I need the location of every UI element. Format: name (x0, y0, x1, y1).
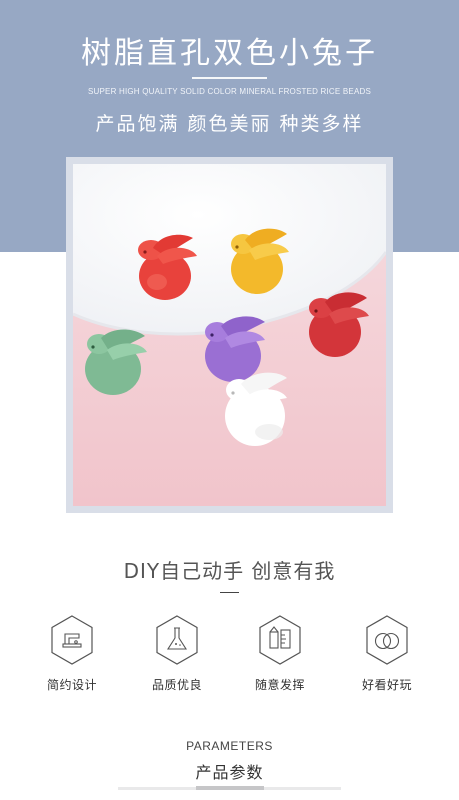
feature-simple-design: 简约设计 (32, 614, 112, 693)
title-divider (192, 77, 267, 79)
diy-divider (220, 592, 239, 593)
page-title: 树脂直孔双色小兔子 (81, 36, 378, 71)
parameters-heading-en: PARAMETERS (186, 739, 273, 753)
diy-heading: DIY自己动手 创意有我 (123, 559, 336, 583)
parameters-underline-accent (196, 786, 264, 790)
feature-freestyle: 随意发挥 (240, 614, 320, 693)
tagline: 产品饱满 颜色美丽 种类多样 (95, 113, 364, 135)
tailor-machine-icon (51, 615, 93, 665)
feature-label: 好看好玩 (361, 678, 412, 692)
feature-label: 随意发挥 (254, 678, 305, 692)
feature-label: 简约设计 (46, 678, 97, 692)
flask-icon (156, 615, 198, 665)
palette-ruler-icon (259, 615, 301, 665)
parameters-heading-cn: 产品参数 (195, 763, 264, 782)
rings-icon (366, 615, 408, 665)
feature-quality: 品质优良 (137, 614, 217, 693)
product-photo (73, 164, 386, 506)
english-subtitle: SUPER HIGH QUALITY SOLID COLOR MINERAL F… (87, 87, 371, 96)
feature-label: 品质优良 (151, 678, 202, 692)
feature-fun: 好看好玩 (347, 614, 427, 693)
